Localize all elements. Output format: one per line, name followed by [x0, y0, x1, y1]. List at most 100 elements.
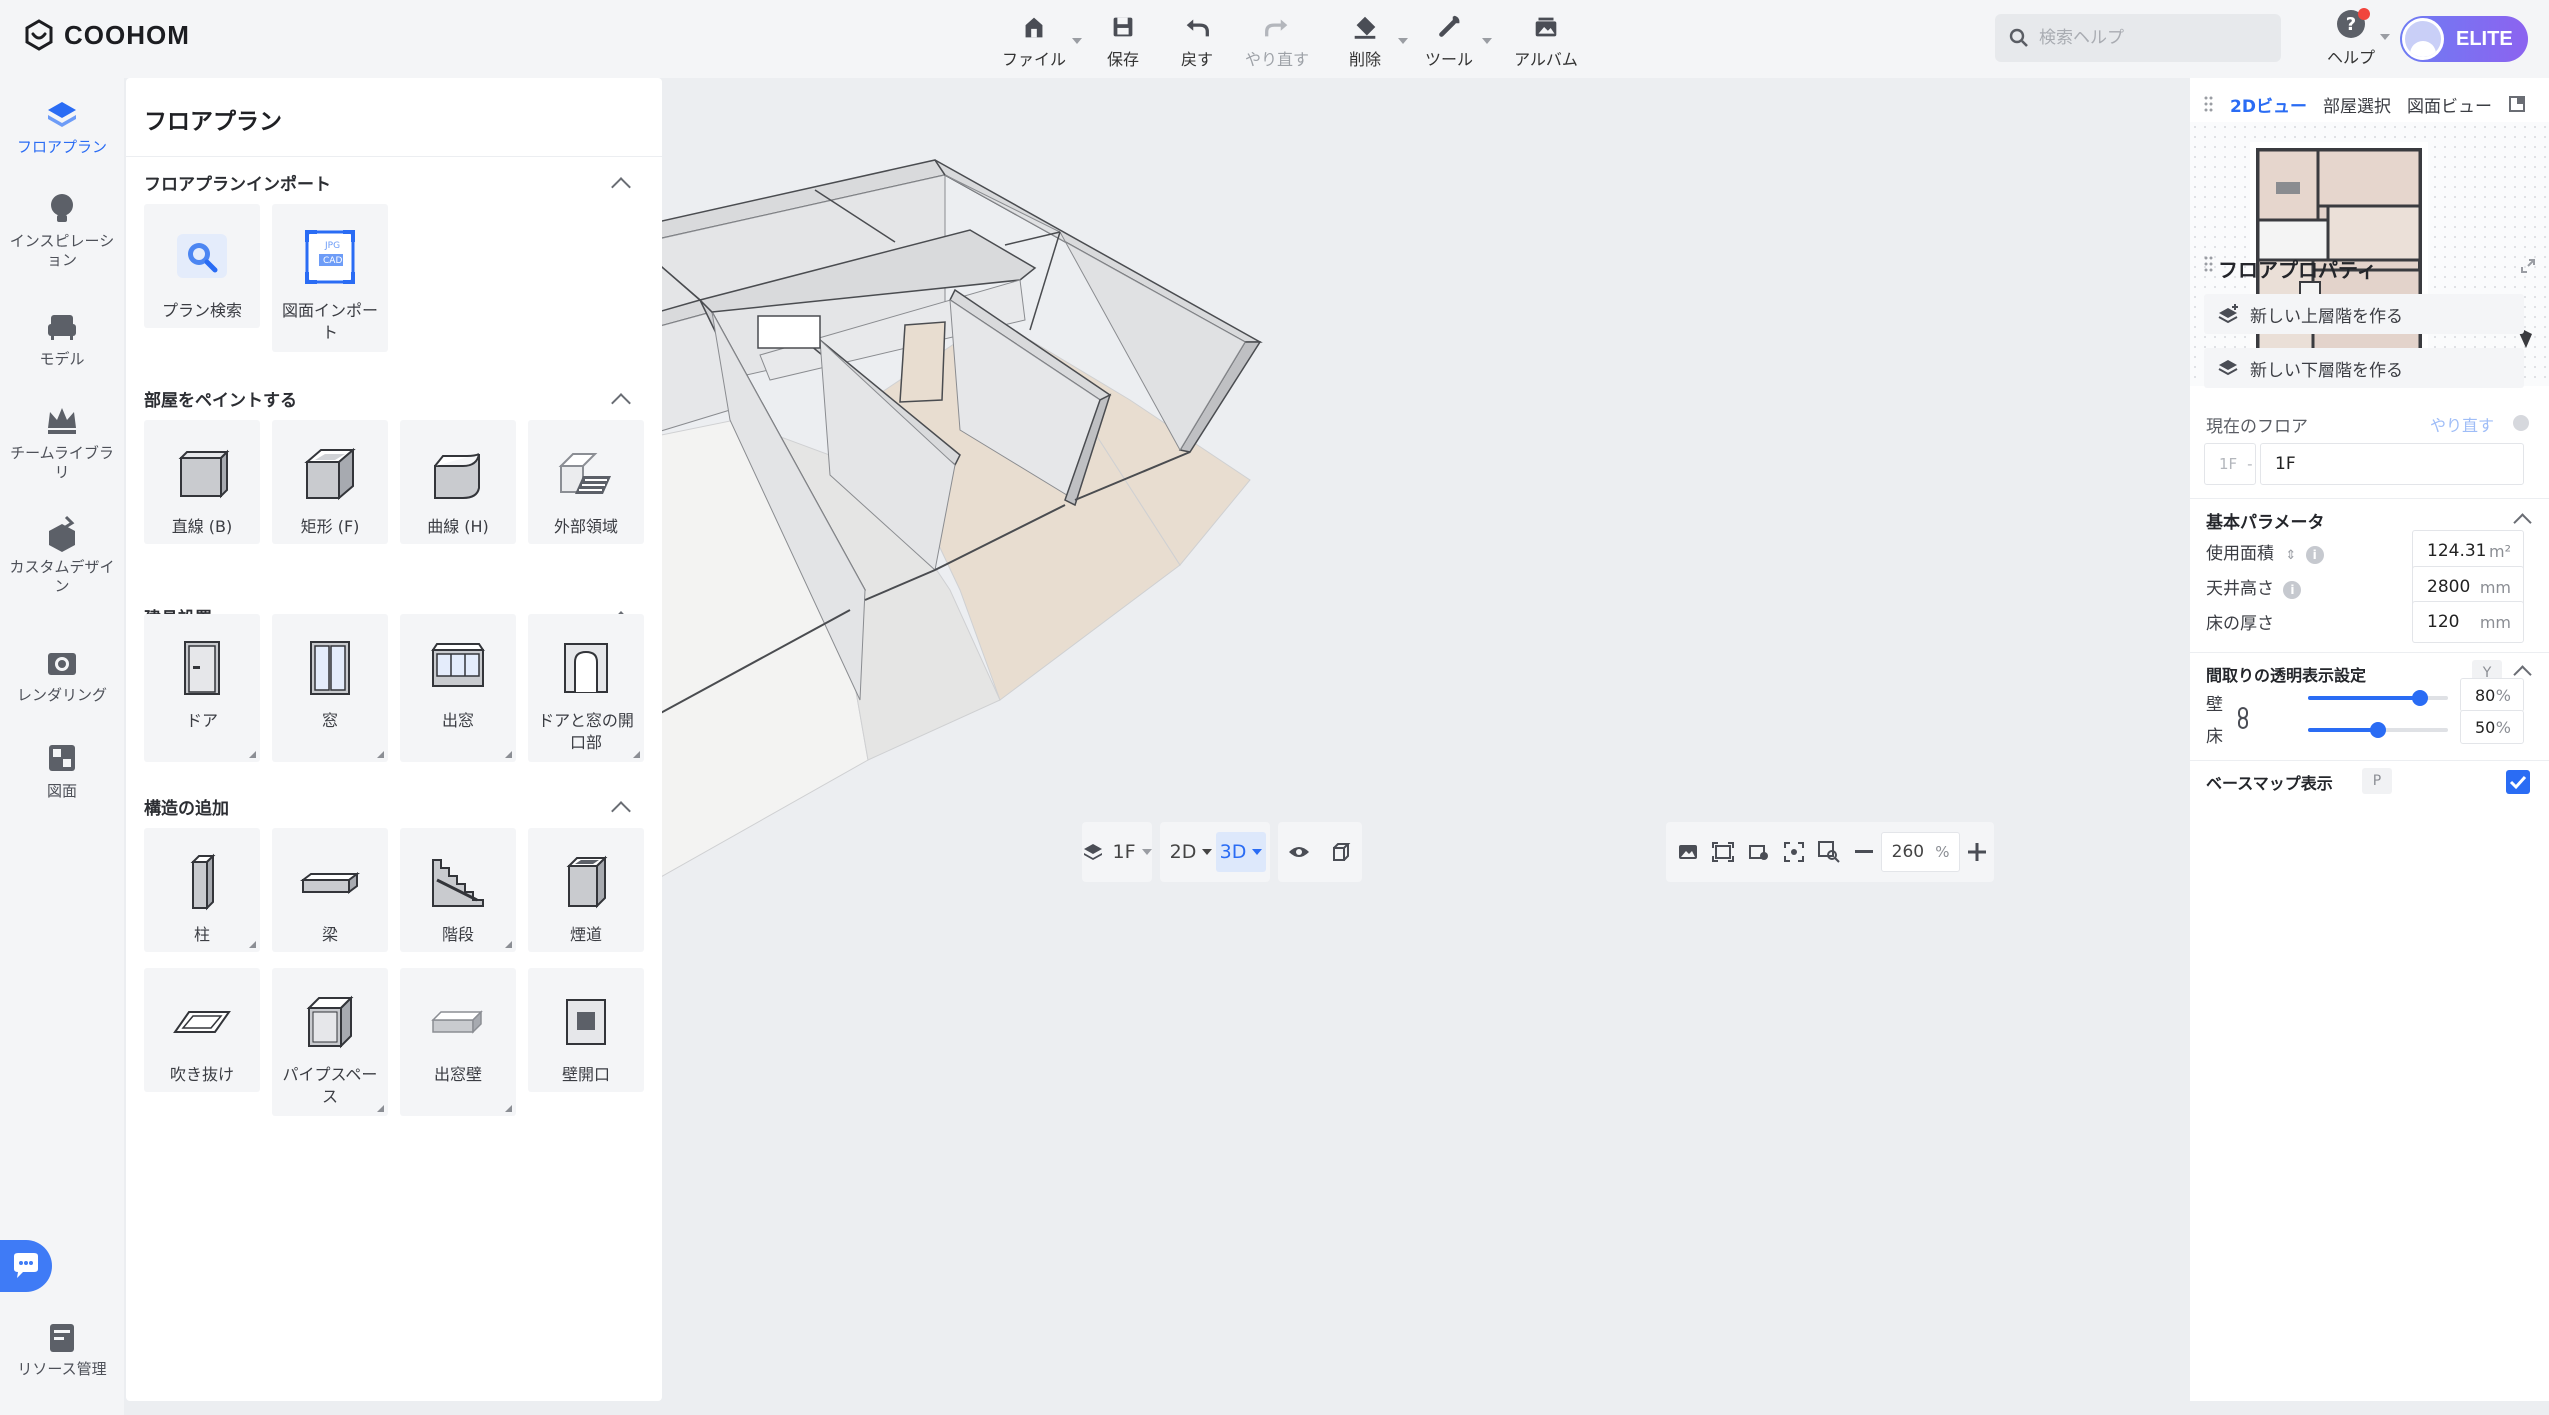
- album-button[interactable]: アルバム: [1498, 8, 1594, 70]
- floor-switcher[interactable]: 1F: [1082, 822, 1152, 882]
- shortcut-key-p: P: [2362, 768, 2392, 794]
- collapse-chevron-icon[interactable]: [611, 393, 631, 413]
- view-2d-button[interactable]: 2D: [1166, 832, 1216, 872]
- tools-button[interactable]: ツール: [1410, 8, 1492, 70]
- zoom-out-button[interactable]: [1847, 832, 1881, 872]
- zoom-area-button[interactable]: [1812, 832, 1847, 872]
- floor-slider-knob[interactable]: [2370, 722, 2386, 738]
- expand-corner-icon: [249, 751, 256, 758]
- expand-corner-icon: [377, 1105, 384, 1112]
- wall-opening-tile[interactable]: 壁開口: [528, 968, 644, 1092]
- view-3d-button[interactable]: 3D: [1216, 832, 1266, 872]
- create-lower-floor-button[interactable]: 新しい下層階を作る: [2204, 348, 2524, 388]
- rail-item-floorplan[interactable]: フロアプラン: [0, 94, 124, 157]
- expand-icon[interactable]: [2520, 258, 2536, 274]
- expand-corner-icon: [505, 941, 512, 948]
- rail-item-rendering[interactable]: レンダリング: [0, 642, 124, 705]
- straight-wall-tile[interactable]: 直線 (B): [144, 420, 260, 544]
- rail-item-inspiration[interactable]: インスピレーション: [0, 188, 124, 270]
- floor-prefix-field: 1F -: [2204, 443, 2256, 485]
- rail-item-model[interactable]: モデル: [0, 306, 124, 369]
- drawing-import-tile[interactable]: JPG CAD 図面インポート: [272, 204, 388, 352]
- transparency-title: 間取りの透明表示設定: [2206, 666, 2367, 685]
- focus-button[interactable]: [1776, 832, 1811, 872]
- floor-opacity-input[interactable]: 50%: [2460, 710, 2524, 744]
- file-button[interactable]: ファイル: [990, 8, 1082, 70]
- zoom-in-button[interactable]: [1960, 832, 1994, 872]
- minimap-tabs: 2Dビュー 部屋選択 図面ビュー: [2190, 84, 2549, 124]
- wall-opacity-slider[interactable]: [2308, 690, 2448, 706]
- screenshot-button[interactable]: [1670, 832, 1705, 872]
- box-room-icon: [304, 447, 356, 501]
- door-icon: [184, 641, 220, 695]
- stairs-tile[interactable]: 階段: [400, 828, 516, 952]
- chat-button[interactable]: [0, 1240, 52, 1292]
- rail-item-resource-management[interactable]: リソース管理: [0, 1316, 124, 1379]
- info-icon[interactable]: [2512, 414, 2530, 432]
- sort-icon[interactable]: ⇕: [2285, 548, 2296, 563]
- tab-drawing-view[interactable]: 図面ビュー: [2399, 92, 2500, 117]
- current-floor-label: 現在のフロア: [2206, 417, 2308, 437]
- redo-button[interactable]: やり直す: [1234, 8, 1320, 70]
- wall-slider-knob[interactable]: [2412, 690, 2428, 706]
- 3d-canvas[interactable]: 1F 2D 3D 260 %: [662, 78, 2186, 1415]
- floor-opacity-slider[interactable]: [2308, 722, 2448, 738]
- brand-logo[interactable]: COOHOM: [22, 18, 190, 52]
- exterior-area-tile[interactable]: 外部領域: [528, 420, 644, 544]
- plan-search-tile[interactable]: プラン検索: [144, 204, 260, 328]
- collapse-chevron-icon[interactable]: [611, 177, 631, 197]
- beam-tile[interactable]: 梁: [272, 828, 388, 952]
- floorplan-3d-model[interactable]: [662, 78, 2186, 1415]
- expand-corner-icon: [633, 751, 640, 758]
- link-icon[interactable]: [2236, 706, 2250, 730]
- drag-handle-icon[interactable]: [2204, 255, 2214, 273]
- help-search[interactable]: [1995, 14, 2281, 62]
- account-badge[interactable]: ELITE: [2400, 16, 2528, 62]
- bay-wall-tile[interactable]: 出窓壁: [400, 968, 516, 1116]
- floor-name-input[interactable]: 1F: [2260, 443, 2524, 485]
- redo-link[interactable]: やり直す: [2430, 412, 2494, 436]
- popout-icon[interactable]: [2508, 95, 2526, 113]
- curve-room-tile[interactable]: 曲線 (H): [400, 420, 516, 544]
- create-upper-floor-button[interactable]: 新しい上層階を作る: [2204, 294, 2524, 334]
- zoom-input[interactable]: 260 %: [1880, 832, 1961, 872]
- tab-2d-view[interactable]: 2Dビュー: [2222, 92, 2315, 117]
- wall-opacity-input[interactable]: 80%: [2460, 678, 2524, 712]
- fit-view-button[interactable]: [1705, 832, 1740, 872]
- window-tile[interactable]: 窓: [272, 614, 388, 762]
- basemap-checkbox[interactable]: [2506, 770, 2530, 794]
- drag-handle-icon[interactable]: [2204, 95, 2214, 113]
- delete-button[interactable]: 削除: [1326, 8, 1408, 70]
- undo-button[interactable]: 戻す: [1160, 8, 1234, 70]
- save-button[interactable]: 保存: [1086, 8, 1160, 70]
- layers-icon: [1084, 844, 1103, 860]
- rectangle-room-tile[interactable]: 矩形 (F): [272, 420, 388, 544]
- cube-view-button[interactable]: [1320, 832, 1362, 872]
- info-icon[interactable]: i: [2305, 546, 2324, 564]
- add-lower-floor-icon: [2218, 360, 2238, 376]
- search-input[interactable]: [2039, 28, 2259, 48]
- rail-item-custom-design[interactable]: カスタムデザイン: [0, 514, 124, 596]
- camera-settings-button[interactable]: [1741, 832, 1776, 872]
- flue-tile[interactable]: 煙道: [528, 828, 644, 952]
- collapse-chevron-icon[interactable]: [611, 801, 631, 821]
- help-button[interactable]: ? ヘルプ: [2318, 8, 2390, 68]
- bay-window-tile[interactable]: 出窓: [400, 614, 516, 762]
- cad-import-icon: JPG CAD: [305, 230, 355, 284]
- void-tile[interactable]: 吹き抜け: [144, 968, 260, 1092]
- visibility-button[interactable]: [1278, 832, 1320, 872]
- rail-item-drawing[interactable]: 図面: [0, 738, 124, 801]
- floor-thickness-input[interactable]: 120 mm: [2412, 601, 2524, 643]
- floor-select[interactable]: 1F: [1082, 832, 1152, 872]
- expand-corner-icon: [505, 1105, 512, 1112]
- pipe-space-tile[interactable]: パイプスペース: [272, 968, 388, 1116]
- floorplan-icon: [48, 102, 76, 127]
- opening-tile[interactable]: ドアと窓の開口部: [528, 614, 644, 762]
- divider: [2190, 760, 2549, 761]
- tab-room-select[interactable]: 部屋選択: [2315, 92, 2399, 117]
- collapse-chevron-icon[interactable]: [2513, 513, 2532, 532]
- door-tile[interactable]: ドア: [144, 614, 260, 762]
- info-icon[interactable]: i: [2283, 581, 2302, 599]
- rail-item-team-library[interactable]: チームライブラリ: [0, 400, 124, 482]
- column-tile[interactable]: 柱: [144, 828, 260, 952]
